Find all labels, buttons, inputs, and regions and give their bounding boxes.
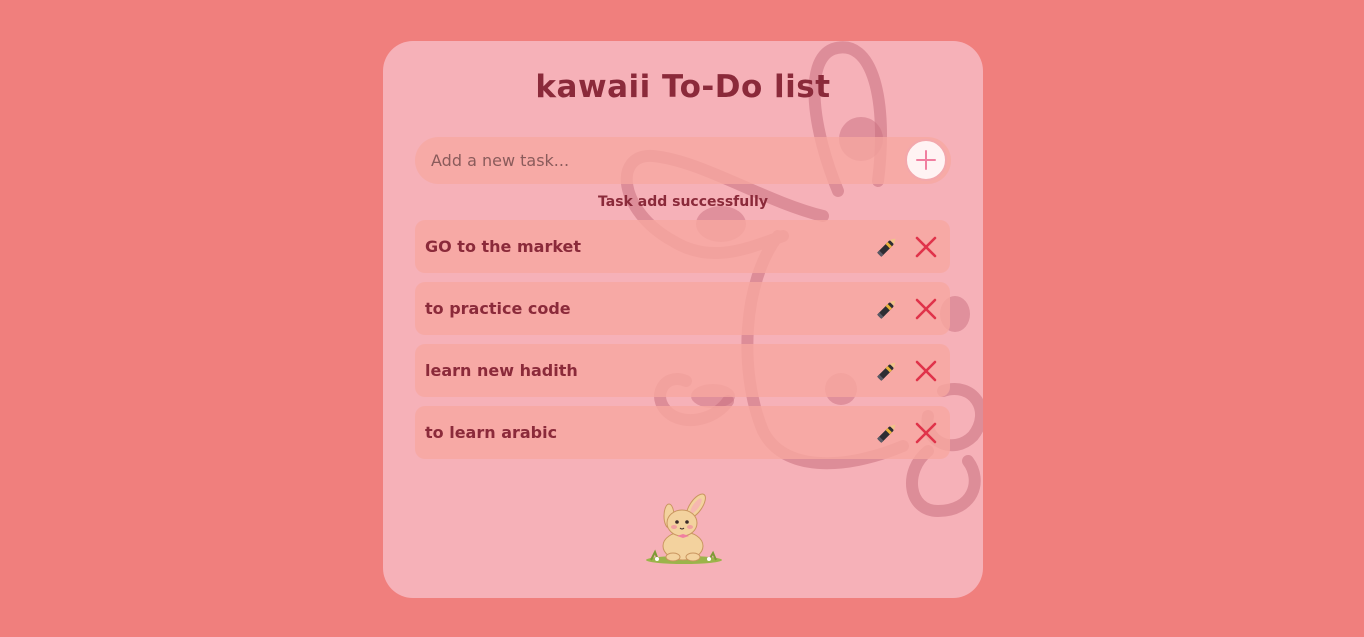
pen-icon <box>877 424 896 443</box>
edit-task-button[interactable] <box>873 295 901 323</box>
task-text: learn new hadith <box>425 361 578 380</box>
add-task-bar <box>415 137 951 184</box>
pen-icon <box>877 362 896 381</box>
add-task-button[interactable] <box>905 139 947 181</box>
task-text: to learn arabic <box>425 423 558 442</box>
delete-task-button[interactable] <box>912 295 940 323</box>
task-text: to practice code <box>425 299 571 318</box>
new-task-input[interactable] <box>415 137 901 184</box>
edit-task-button[interactable] <box>873 233 901 261</box>
close-icon <box>915 360 937 382</box>
pen-icon <box>877 300 896 319</box>
bunny-illustration <box>646 493 722 564</box>
delete-task-button[interactable] <box>912 357 940 385</box>
plus-icon <box>916 150 936 170</box>
delete-task-button[interactable] <box>912 419 940 447</box>
page-title: kawaii To-Do list <box>535 69 831 105</box>
task-item: GO to the market <box>415 220 950 273</box>
todo-card: kawaii To-Do list Task add successfully … <box>383 41 983 598</box>
task-item: learn new hadith <box>415 344 950 397</box>
close-icon <box>915 298 937 320</box>
edit-task-button[interactable] <box>873 419 901 447</box>
task-item: to learn arabic <box>415 406 950 459</box>
close-icon <box>915 422 937 444</box>
edit-task-button[interactable] <box>873 357 901 385</box>
task-item: to practice code <box>415 282 950 335</box>
task-text: GO to the market <box>425 237 582 256</box>
delete-task-button[interactable] <box>912 233 940 261</box>
close-icon <box>915 236 937 258</box>
pen-icon <box>877 238 896 257</box>
status-message: Task add successfully <box>598 194 768 210</box>
